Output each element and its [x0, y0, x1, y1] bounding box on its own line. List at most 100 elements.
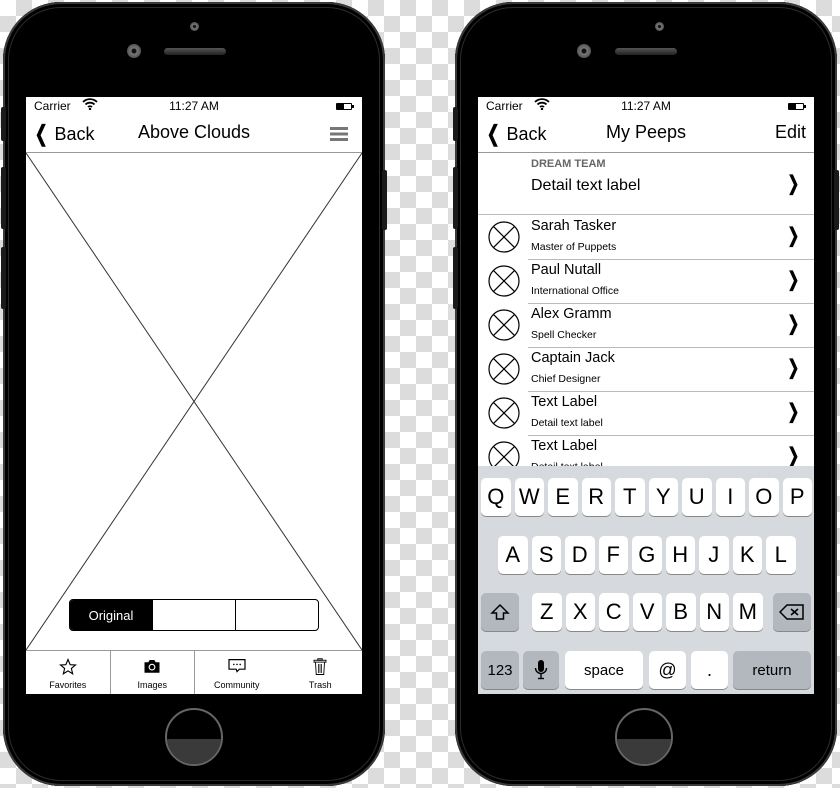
section-cell[interactable]: DREAM TEAM Detail text label ❯	[478, 153, 814, 215]
key-c[interactable]: C	[599, 593, 629, 631]
key-w[interactable]: W	[514, 478, 544, 516]
list-item[interactable]: Sarah Tasker Master of Puppets ❯	[478, 215, 814, 260]
screen: Carrier 11:27 AM ❮ Back My Peeps Edit DR…	[478, 97, 814, 694]
person-subtitle: Master of Puppets	[531, 241, 617, 253]
key-v[interactable]: V	[632, 593, 662, 631]
dictation-key[interactable]	[523, 651, 559, 689]
key-s[interactable]: S	[531, 536, 561, 574]
key-h[interactable]: H	[665, 536, 695, 574]
person-subtitle: Spell Checker	[531, 329, 597, 341]
avatar-placeholder-icon	[488, 353, 520, 385]
navigation-bar: ❮ Back My Peeps Edit	[478, 115, 814, 153]
list-item[interactable]: Text Label Detail text label ❯	[478, 391, 814, 436]
tab-label: Community	[213, 680, 260, 690]
trash-icon	[312, 658, 328, 680]
segment-original[interactable]: Original	[70, 600, 152, 630]
tab-label: Images	[137, 680, 167, 690]
person-subtitle: Detail text label	[531, 417, 603, 429]
key-q[interactable]: Q	[481, 478, 511, 516]
keyboard-row-3: ZXCVBNM	[478, 593, 814, 631]
segmented-control: Original	[69, 599, 319, 631]
key-l[interactable]: L	[766, 536, 796, 574]
keyboard-row-4: 123 space @ . return	[478, 651, 814, 689]
space-key[interactable]: space	[565, 651, 643, 689]
shift-key[interactable]	[481, 593, 519, 631]
back-button[interactable]: ❮ Back	[32, 121, 95, 147]
key-p[interactable]: P	[782, 478, 812, 516]
key-g[interactable]: G	[632, 536, 662, 574]
key-d[interactable]: D	[565, 536, 595, 574]
chevron-right-icon: ❯	[787, 357, 800, 379]
person-name: Alex Gramm	[531, 306, 612, 322]
tab-trash[interactable]: Trash	[279, 651, 363, 694]
person-subtitle: International Office	[531, 285, 619, 297]
tab-community[interactable]: Community	[194, 651, 279, 694]
key-r[interactable]: R	[581, 478, 611, 516]
key-o[interactable]: O	[749, 478, 779, 516]
chevron-right-icon: ❯	[787, 225, 800, 247]
power-button	[382, 170, 387, 230]
avatar-placeholder-icon	[488, 309, 520, 341]
proximity-sensor-icon	[655, 22, 664, 31]
volume-down-button	[453, 247, 458, 309]
delete-key[interactable]	[773, 593, 811, 631]
volume-up-button	[1, 167, 6, 229]
key-z[interactable]: Z	[532, 593, 562, 631]
key-m[interactable]: M	[733, 593, 763, 631]
list-item[interactable]: Alex Gramm Spell Checker ❯	[478, 303, 814, 348]
avatar-placeholder-icon	[488, 265, 520, 297]
person-subtitle: Chief Designer	[531, 373, 601, 385]
people-list: Sarah Tasker Master of Puppets ❯ Paul Nutal…	[478, 215, 814, 480]
key-f[interactable]: F	[598, 536, 628, 574]
key-e[interactable]: E	[548, 478, 578, 516]
dot-key[interactable]: .	[691, 651, 728, 689]
back-button[interactable]: ❮ Back	[484, 121, 547, 147]
tab-favorites[interactable]: Favorites	[26, 651, 110, 694]
segment-3[interactable]	[235, 600, 318, 630]
power-button	[834, 170, 839, 230]
key-k[interactable]: K	[732, 536, 762, 574]
key-a[interactable]: A	[498, 536, 528, 574]
chevron-left-icon: ❮	[486, 121, 500, 146]
back-label: Back	[54, 123, 95, 144]
numbers-key[interactable]: 123	[481, 651, 519, 689]
person-name: Captain Jack	[531, 350, 615, 366]
status-bar: Carrier 11:27 AM	[478, 97, 814, 115]
key-j[interactable]: J	[699, 536, 729, 574]
key-n[interactable]: N	[699, 593, 729, 631]
chevron-left-icon: ❮	[34, 121, 48, 146]
microphone-icon	[534, 660, 548, 680]
key-b[interactable]: B	[666, 593, 696, 631]
tab-images[interactable]: Images	[109, 651, 195, 694]
battery-icon	[336, 103, 354, 110]
chevron-right-icon: ❯	[787, 173, 800, 195]
avatar-placeholder-icon	[488, 221, 520, 253]
earpiece-speaker	[164, 48, 226, 55]
key-t[interactable]: T	[615, 478, 645, 516]
return-key[interactable]: return	[733, 651, 811, 689]
edit-button[interactable]: Edit	[775, 122, 806, 143]
volume-down-button	[1, 247, 6, 309]
front-camera-icon	[127, 44, 141, 58]
keyboard: QWERTYUIOP ASDFGHJKL ZXCVBNM 123 space @…	[478, 466, 814, 694]
earpiece-speaker	[615, 48, 677, 55]
battery-icon	[788, 103, 806, 110]
key-x[interactable]: X	[565, 593, 595, 631]
back-label: Back	[506, 123, 547, 144]
key-u[interactable]: U	[682, 478, 712, 516]
person-name: Sarah Tasker	[531, 218, 617, 234]
menu-icon[interactable]	[330, 127, 348, 141]
avatar-placeholder-icon	[488, 397, 520, 429]
at-key[interactable]: @	[649, 651, 686, 689]
list-item[interactable]: Paul Nutall International Office ❯	[478, 259, 814, 304]
key-y[interactable]: Y	[648, 478, 678, 516]
home-button[interactable]	[615, 708, 673, 766]
person-name: Text Label	[531, 394, 598, 410]
list-item[interactable]: Captain Jack Chief Designer ❯	[478, 347, 814, 392]
segment-2[interactable]	[152, 600, 235, 630]
front-camera-icon	[577, 44, 591, 58]
home-button[interactable]	[165, 708, 223, 766]
key-i[interactable]: I	[715, 478, 745, 516]
mute-switch	[1, 107, 6, 141]
star-icon	[58, 658, 77, 680]
